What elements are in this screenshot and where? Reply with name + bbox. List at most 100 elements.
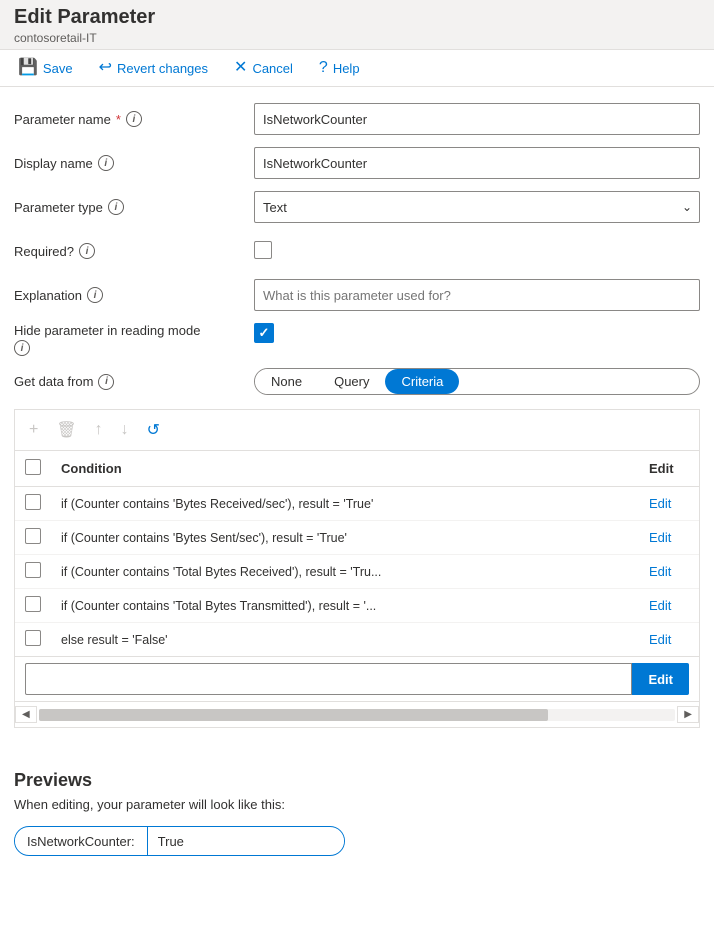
page-subtitle: contosoretail-IT bbox=[14, 31, 700, 45]
required-control bbox=[254, 241, 700, 262]
row-edit-cell: Edit bbox=[639, 623, 699, 657]
table-row: if (Counter contains 'Bytes Sent/sec'), … bbox=[15, 521, 699, 555]
delete-criteria-button[interactable]: 🗑 bbox=[54, 418, 78, 442]
scrollbar-row: ◀ ▶ bbox=[15, 701, 699, 727]
criteria-section: + 🗑 ↑ ↓ ↺ Condition Edit if ( bbox=[14, 409, 700, 728]
display-name-input[interactable] bbox=[254, 147, 700, 179]
display-name-info-icon[interactable]: i bbox=[98, 155, 114, 171]
get-data-control: None Query Criteria bbox=[254, 368, 700, 395]
row-edit-link-0[interactable]: Edit bbox=[649, 496, 671, 511]
parameter-name-control bbox=[254, 103, 700, 135]
toolbar: 💾 Save ↩ Revert changes ✕ Cancel ? Help bbox=[0, 50, 714, 87]
select-all-checkbox[interactable] bbox=[25, 459, 41, 475]
table-row: else result = 'False' Edit bbox=[15, 623, 699, 657]
get-data-radio-group: None Query Criteria bbox=[254, 368, 700, 395]
row-condition-cell: if (Counter contains 'Bytes Received/sec… bbox=[51, 487, 639, 521]
scroll-track[interactable] bbox=[39, 709, 676, 721]
bottom-input-row: Edit bbox=[15, 656, 699, 701]
parameter-type-info-icon[interactable]: i bbox=[108, 199, 124, 215]
parameter-name-info-icon[interactable]: i bbox=[126, 111, 142, 127]
explanation-control bbox=[254, 279, 700, 311]
row-checkbox-3[interactable] bbox=[25, 596, 41, 612]
revert-icon: ↩ bbox=[99, 60, 112, 76]
hide-param-label-block: Hide parameter in reading mode i bbox=[14, 323, 254, 356]
parameter-name-label: Parameter name * i bbox=[14, 111, 254, 127]
save-button[interactable]: 💾 Save bbox=[14, 58, 77, 78]
row-condition-cell: if (Counter contains 'Total Bytes Transm… bbox=[51, 589, 639, 623]
scroll-thumb bbox=[39, 709, 548, 721]
criteria-table: Condition Edit if (Counter contains 'Byt… bbox=[15, 451, 699, 656]
bottom-edit-button[interactable]: Edit bbox=[632, 663, 689, 695]
row-checkbox-1[interactable] bbox=[25, 528, 41, 544]
cancel-button[interactable]: ✕ Cancel bbox=[230, 58, 297, 78]
parameter-name-row: Parameter name * i bbox=[14, 103, 700, 135]
get-data-row: Get data from i None Query Criteria bbox=[14, 368, 700, 395]
table-row: if (Counter contains 'Bytes Received/sec… bbox=[15, 487, 699, 521]
bottom-criteria-input[interactable] bbox=[25, 663, 632, 695]
explanation-input[interactable] bbox=[254, 279, 700, 311]
row-condition-cell: if (Counter contains 'Bytes Sent/sec'), … bbox=[51, 521, 639, 555]
parameter-type-select[interactable]: Text Number Boolean bbox=[254, 191, 700, 223]
get-data-option-none[interactable]: None bbox=[255, 369, 318, 394]
row-condition-cell: if (Counter contains 'Total Bytes Receiv… bbox=[51, 555, 639, 589]
table-row: if (Counter contains 'Total Bytes Receiv… bbox=[15, 555, 699, 589]
row-checkbox-cell bbox=[15, 487, 51, 521]
row-edit-link-1[interactable]: Edit bbox=[649, 530, 671, 545]
row-checkbox-cell bbox=[15, 521, 51, 555]
form-body: Parameter name * i Display name i Parame… bbox=[0, 87, 714, 754]
row-edit-link-3[interactable]: Edit bbox=[649, 598, 671, 613]
display-name-label: Display name i bbox=[14, 155, 254, 171]
help-label: Help bbox=[333, 61, 360, 76]
hide-param-info-icon[interactable]: i bbox=[14, 340, 30, 356]
header-checkbox-col bbox=[15, 451, 51, 487]
criteria-toolbar: + 🗑 ↑ ↓ ↺ bbox=[15, 410, 699, 451]
top-bar: Edit Parameter contosoretail-IT bbox=[0, 0, 714, 50]
display-name-control bbox=[254, 147, 700, 179]
row-edit-link-4[interactable]: Edit bbox=[649, 632, 671, 647]
row-checkbox-4[interactable] bbox=[25, 630, 41, 646]
revert-label: Revert changes bbox=[117, 61, 208, 76]
cancel-icon: ✕ bbox=[234, 60, 247, 76]
hide-param-control bbox=[254, 323, 700, 343]
revert-button[interactable]: ↩ Revert changes bbox=[95, 58, 212, 78]
refresh-button[interactable]: ↺ bbox=[145, 418, 162, 442]
row-checkbox-2[interactable] bbox=[25, 562, 41, 578]
get-data-option-criteria[interactable]: Criteria bbox=[385, 369, 459, 394]
page-title: Edit Parameter bbox=[14, 6, 700, 29]
row-edit-cell: Edit bbox=[639, 521, 699, 555]
help-button[interactable]: ? Help bbox=[315, 58, 364, 78]
parameter-type-select-wrapper: Text Number Boolean ⌄ bbox=[254, 191, 700, 223]
save-label: Save bbox=[43, 61, 73, 76]
row-edit-cell: Edit bbox=[639, 555, 699, 589]
hide-param-label: Hide parameter in reading mode bbox=[14, 323, 254, 338]
row-checkbox-0[interactable] bbox=[25, 494, 41, 510]
parameter-type-label: Parameter type i bbox=[14, 199, 254, 215]
get-data-info-icon[interactable]: i bbox=[98, 374, 114, 390]
cancel-label: Cancel bbox=[252, 61, 292, 76]
explanation-info-icon[interactable]: i bbox=[87, 287, 103, 303]
row-checkbox-cell bbox=[15, 623, 51, 657]
hide-param-info-row: i bbox=[14, 340, 254, 356]
save-icon: 💾 bbox=[18, 60, 38, 76]
previews-section: Previews When editing, your parameter wi… bbox=[0, 754, 714, 872]
add-criteria-button[interactable]: + bbox=[27, 419, 40, 441]
required-star: * bbox=[116, 112, 121, 127]
required-info-icon[interactable]: i bbox=[79, 243, 95, 259]
scroll-left-button[interactable]: ◀ bbox=[15, 706, 37, 723]
move-down-button[interactable]: ↓ bbox=[119, 419, 131, 441]
row-edit-link-2[interactable]: Edit bbox=[649, 564, 671, 579]
move-up-button[interactable]: ↑ bbox=[93, 419, 105, 441]
row-checkbox-cell bbox=[15, 555, 51, 589]
row-edit-cell: Edit bbox=[639, 487, 699, 521]
hide-param-row: Hide parameter in reading mode i bbox=[14, 323, 700, 356]
preview-value-input[interactable] bbox=[148, 829, 344, 854]
scroll-right-button[interactable]: ▶ bbox=[677, 706, 699, 723]
parameter-type-control: Text Number Boolean ⌄ bbox=[254, 191, 700, 223]
previews-description: When editing, your parameter will look l… bbox=[14, 797, 700, 812]
parameter-name-input[interactable] bbox=[254, 103, 700, 135]
hide-param-checkbox[interactable] bbox=[254, 323, 274, 343]
preview-control: IsNetworkCounter: bbox=[14, 826, 345, 856]
required-label: Required? i bbox=[14, 243, 254, 259]
required-checkbox[interactable] bbox=[254, 241, 272, 259]
get-data-option-query[interactable]: Query bbox=[318, 369, 385, 394]
